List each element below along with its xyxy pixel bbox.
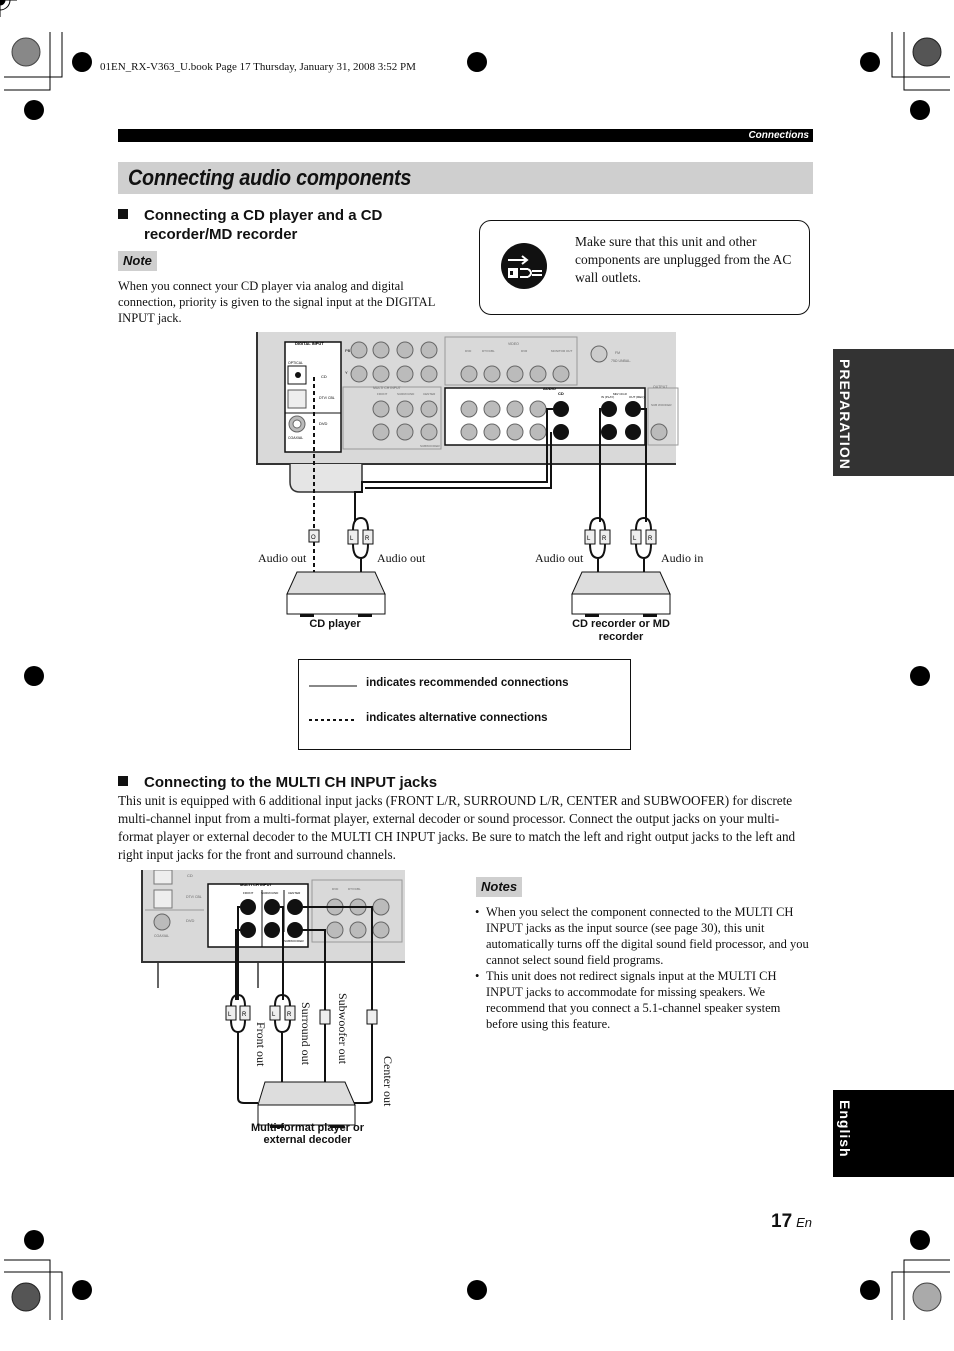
square-bullet-icon xyxy=(118,776,128,786)
svg-text:COAXIAL: COAXIAL xyxy=(288,436,303,440)
md-in-jack-r xyxy=(601,424,617,440)
svg-text:MULTI CH INPUT: MULTI CH INPUT xyxy=(373,386,402,390)
subwoofer-out-label: Subwoofer out xyxy=(336,993,350,1064)
svg-text:COAXIAL: COAXIAL xyxy=(154,934,169,938)
md-in-jack-l xyxy=(601,401,617,417)
note-text: When you connect your CD player via anal… xyxy=(118,279,435,325)
recorder-in-label: Audio in xyxy=(661,551,704,565)
svg-text:PB: PB xyxy=(345,348,351,353)
print-header: 01EN_RX-V363_U.book Page 17 Thursday, Ja… xyxy=(100,61,416,73)
svg-text:OUT (REC): OUT (REC) xyxy=(629,395,644,399)
page-title: Connecting audio components xyxy=(128,165,412,190)
svg-text:R: R xyxy=(242,1012,247,1018)
connection-legend: indicates recommended connections indica… xyxy=(298,659,631,750)
svg-text:FRONT: FRONT xyxy=(377,392,387,396)
svg-text:SUBWOOFER: SUBWOOFER xyxy=(284,939,305,943)
legend-alternative: indicates alternative connections xyxy=(366,712,548,724)
cd-in-jack-r xyxy=(553,424,569,440)
multi-ch-body: This unit is equipped with 6 additional … xyxy=(118,793,796,862)
svg-text:AUDIO: AUDIO xyxy=(543,386,556,391)
cd-player-device xyxy=(286,571,386,617)
svg-text:R: R xyxy=(602,536,607,542)
dashed-line-icon xyxy=(309,719,357,721)
center-out-label: Center out xyxy=(381,1056,395,1107)
svg-text:CD: CD xyxy=(558,391,564,396)
svg-text:MD/ CD-R: MD/ CD-R xyxy=(613,392,628,396)
svg-text:MONITOR OUT: MONITOR OUT xyxy=(551,349,572,353)
note-label: Note xyxy=(118,251,157,271)
running-header-bar: Connections xyxy=(118,129,813,142)
recorder-label: CD recorder or MD recorder xyxy=(572,618,670,643)
unplug-icon xyxy=(501,243,547,289)
svg-text:CENTER: CENTER xyxy=(288,891,301,895)
svg-text:DIGITAL INPUT: DIGITAL INPUT xyxy=(295,341,324,346)
multi-format-player-label: Multi-format player or external decoder xyxy=(250,1122,365,1146)
svg-text:MULTI CH INPUT: MULTI CH INPUT xyxy=(240,882,272,887)
front-out-label: Front out xyxy=(254,1022,268,1067)
svg-text:DVD: DVD xyxy=(319,421,328,426)
plugs: O L R L R L R xyxy=(308,529,657,545)
surround-out-label: Surround out xyxy=(299,1002,313,1065)
recorder-out-label: Audio out xyxy=(535,551,584,565)
md-in-cable xyxy=(599,408,601,522)
cd-in-jack-l xyxy=(553,401,569,417)
svg-text:DVR: DVR xyxy=(521,349,528,353)
svg-text:DTV/CBL: DTV/CBL xyxy=(482,349,495,353)
warning-text: Make sure that this unit and other compo… xyxy=(575,234,792,285)
cd-player-optical-out-label: Audio out xyxy=(258,551,307,565)
legend-recommended: indicates recommended connections xyxy=(366,677,569,689)
svg-text:DTV/ CBL: DTV/ CBL xyxy=(319,396,335,400)
cd-connection-diagram: DIGITAL INPUT OPTICAL CD DTV/ CBL DVD CO… xyxy=(256,332,679,617)
page-number: 17 En xyxy=(771,1211,813,1232)
solid-line-icon xyxy=(309,685,357,687)
md-out-jack-l xyxy=(625,401,641,417)
svg-text:CENTER: CENTER xyxy=(423,392,436,396)
svg-text:CD: CD xyxy=(187,873,193,878)
svg-text:CD: CD xyxy=(321,374,327,379)
recorder-device xyxy=(571,571,671,617)
svg-text:DTV/ CBL: DTV/ CBL xyxy=(186,895,202,899)
note-item: This unit does not redirect signals inpu… xyxy=(472,968,812,1032)
svg-text:OPTICAL: OPTICAL xyxy=(288,361,303,365)
svg-text:IN (PLAY): IN (PLAY) xyxy=(601,395,614,399)
cd-player-label: CD player xyxy=(309,618,361,630)
svg-text:DVD: DVD xyxy=(465,349,472,353)
note-item: When you select the component connected … xyxy=(472,904,812,968)
registration-targets xyxy=(0,0,17,17)
svg-text:FRONT: FRONT xyxy=(243,891,253,895)
svg-text:DVD: DVD xyxy=(186,918,195,923)
svg-text:O: O xyxy=(311,535,316,541)
receiver-rear-panel: DIGITAL INPUT OPTICAL CD DTV/ CBL DVD CO… xyxy=(256,332,679,493)
svg-text:SUBWOOFER: SUBWOOFER xyxy=(420,444,441,448)
notes-list: When you select the component connected … xyxy=(472,904,812,1032)
section-heading-multi-ch: Connecting to the MULTI CH INPUT jacks xyxy=(118,773,437,792)
side-tab-english[interactable]: English xyxy=(833,1090,954,1177)
cd-player-analog-out-label: Audio out xyxy=(377,551,426,565)
svg-text:VIDEO: VIDEO xyxy=(508,342,519,346)
svg-text:SURROUND: SURROUND xyxy=(397,392,415,396)
svg-text:FM: FM xyxy=(615,351,620,355)
md-out-jack-r xyxy=(625,424,641,440)
svg-text:R: R xyxy=(287,1012,292,1018)
svg-text:DTV/CBL: DTV/CBL xyxy=(348,887,361,891)
square-bullet-icon xyxy=(118,209,128,219)
svg-text:75Ω UNBAL.: 75Ω UNBAL. xyxy=(611,359,631,363)
notes-label: Notes xyxy=(476,877,523,897)
svg-text:Y: Y xyxy=(345,370,348,375)
title-band: Connecting audio components xyxy=(118,162,813,194)
multi-ch-connection-diagram: CD DTV/ CBL DVD COAXIAL MULTI CH INPUT F… xyxy=(141,870,405,1128)
svg-text:SURROUND: SURROUND xyxy=(261,891,279,895)
side-tab-preparation[interactable]: PREPARATION xyxy=(833,349,954,476)
svg-text:R: R xyxy=(365,536,370,542)
svg-text:OUTPUT: OUTPUT xyxy=(653,385,668,389)
svg-text:SUB WOOFER: SUB WOOFER xyxy=(651,403,672,407)
section-heading-cd: Connecting a CD player and a CD recorder… xyxy=(118,206,448,244)
svg-text:DVD: DVD xyxy=(332,887,339,891)
svg-text:R: R xyxy=(648,536,653,542)
running-header: Connections xyxy=(748,130,809,141)
